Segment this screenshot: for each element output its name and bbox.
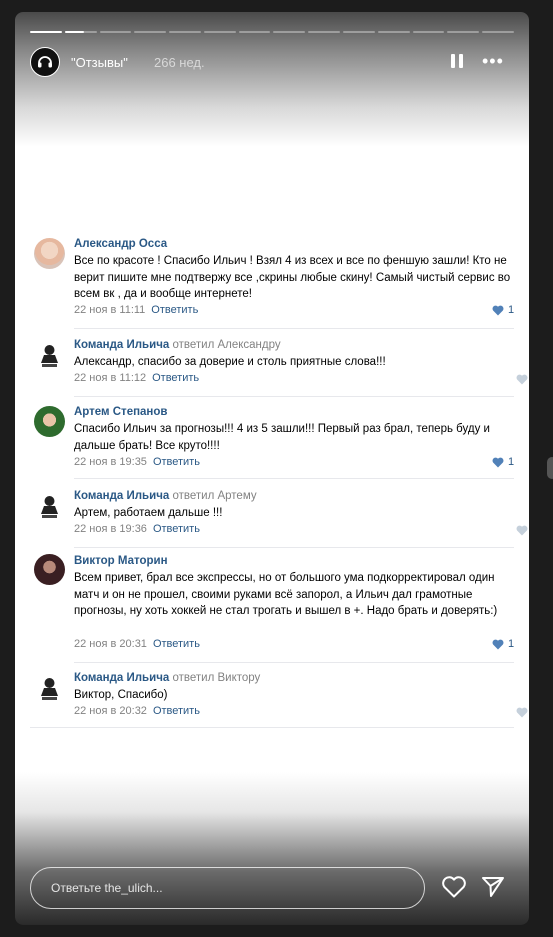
comment-item: Виктор Маторин Всем привет, брал все экс…	[30, 548, 514, 663]
comment-item: Команда Ильича ответил Александру Алекса…	[30, 329, 528, 397]
story-header: "Отзывы" 266 нед. •••	[30, 47, 514, 77]
comment-meta: 22 ноя в 11:12 Ответить	[74, 372, 199, 384]
heart-icon	[516, 374, 528, 385]
account-name[interactable]: "Отзывы"	[71, 55, 128, 70]
heart-icon	[516, 525, 528, 536]
progress-segment	[203, 31, 236, 33]
comment-meta: 22 ноя в 20:31 Ответить	[74, 638, 200, 650]
reply-link[interactable]: Ответить	[153, 523, 200, 535]
progress-segment	[447, 31, 480, 33]
comment-author[interactable]: Команда Ильича ответил Виктору	[74, 672, 260, 684]
headphones-icon	[38, 56, 52, 68]
comment-date: 22 ноя в 20:31	[74, 638, 147, 650]
comment-text: Александр, спасибо за доверие и столь пр…	[74, 356, 386, 368]
comment-meta: 22 ноя в 11:11 Ответить	[74, 304, 198, 316]
like-button[interactable]	[516, 525, 528, 536]
comment-author[interactable]: Александр Осса	[74, 238, 167, 250]
reply-to-label: ответил Александру	[172, 339, 281, 351]
reply-link[interactable]: Ответить	[151, 304, 198, 316]
progress-segment	[134, 31, 167, 33]
comment-item: Артем Степанов Спасибо Ильич за прогнозы…	[30, 396, 514, 479]
comment-date: 22 ноя в 20:32	[74, 705, 147, 717]
pause-icon[interactable]	[450, 53, 464, 69]
like-count: 1	[508, 304, 515, 316]
like-count: 1	[508, 638, 515, 650]
progress-segment	[412, 31, 445, 33]
send-icon[interactable]	[481, 875, 505, 899]
more-options-icon[interactable]: •••	[482, 51, 514, 71]
comment-author[interactable]: Виктор Маторин	[74, 555, 168, 567]
progress-segment	[482, 31, 514, 33]
like-button[interactable]	[516, 374, 528, 385]
progress-segment	[99, 31, 132, 33]
comment-text: Все по красоте ! Спасибо Ильич ! Взял 4 …	[74, 255, 511, 300]
comment-text: Артем, работаем дальше !!!	[74, 507, 223, 519]
next-story-handle[interactable]	[547, 457, 553, 479]
heart-icon	[492, 639, 504, 649]
reply-link[interactable]: Ответить	[153, 705, 200, 717]
comment-item: Команда Ильича ответил Артему Артем, раб…	[30, 480, 528, 548]
progress-segment	[308, 31, 341, 33]
comment-author[interactable]: Команда Ильича ответил Александру	[74, 339, 281, 351]
divider	[74, 662, 514, 663]
ilyich-logo-icon	[34, 490, 65, 521]
progress-segment	[238, 31, 271, 33]
story-age: 266 нед.	[154, 55, 205, 70]
account-avatar[interactable]	[30, 47, 60, 77]
comment-meta: 22 ноя в 19:36 Ответить	[74, 523, 200, 535]
heart-icon	[516, 707, 528, 718]
comment-author[interactable]: Команда Ильича ответил Артему	[74, 490, 257, 502]
comment-meta: 22 ноя в 19:35 Ответить	[74, 456, 200, 468]
progress-segment	[273, 31, 306, 33]
comment-text: Виктор, Спасибо)	[74, 689, 168, 701]
comment-text: Спасибо Ильич за прогнозы!!! 4 из 5 зашл…	[74, 423, 490, 452]
progress-fill	[64, 31, 84, 33]
reply-placeholder: Ответьте the_ulich...	[51, 881, 163, 895]
comment-author[interactable]: Артем Степанов	[74, 406, 167, 418]
comment-date: 22 ноя в 11:12	[74, 372, 147, 384]
comment-date: 22 ноя в 19:35	[74, 456, 147, 468]
ilyich-logo-icon	[34, 672, 65, 703]
comment-text: Всем привет, брал все экспрессы, но от б…	[74, 572, 498, 617]
comment-meta: 22 ноя в 20:32 Ответить	[74, 705, 200, 717]
like-button[interactable]: 1	[492, 638, 514, 650]
comment-date: 22 ноя в 11:11	[74, 304, 146, 316]
like-story-icon[interactable]	[441, 875, 467, 899]
reply-link[interactable]: Ответить	[153, 638, 200, 650]
progress-segment	[30, 31, 62, 33]
heart-icon	[492, 457, 504, 467]
reply-link[interactable]: Ответить	[153, 456, 200, 468]
like-button[interactable]	[516, 707, 528, 718]
progress-segment	[64, 31, 97, 33]
like-count: 1	[508, 456, 515, 468]
divider	[74, 478, 514, 479]
user-photo-icon	[34, 238, 65, 269]
reply-link[interactable]: Ответить	[152, 372, 199, 384]
progress-segment	[377, 31, 410, 33]
reply-to-label: ответил Артему	[172, 490, 257, 502]
divider	[30, 727, 514, 728]
reply-to-label: ответил Виктору	[172, 672, 261, 684]
user-photo-icon	[34, 554, 65, 585]
like-button[interactable]: 1	[492, 456, 514, 468]
like-button[interactable]: 1	[492, 304, 514, 316]
story-progress-bar	[30, 31, 514, 33]
progress-segment	[343, 31, 375, 33]
ilyich-logo-icon	[34, 339, 65, 370]
comment-item: Александр Осса Все по красоте ! Спасибо …	[30, 228, 514, 329]
user-photo-icon	[34, 406, 65, 437]
comment-date: 22 ноя в 19:36	[74, 523, 147, 535]
progress-segment	[169, 31, 201, 33]
heart-icon	[492, 305, 504, 315]
comment-item: Команда Ильича ответил Виктору Виктор, С…	[30, 664, 528, 729]
story-viewer[interactable]: "Отзывы" 266 нед. ••• Александр Осса Все…	[15, 12, 529, 925]
reply-input[interactable]: Ответьте the_ulich...	[30, 867, 425, 909]
